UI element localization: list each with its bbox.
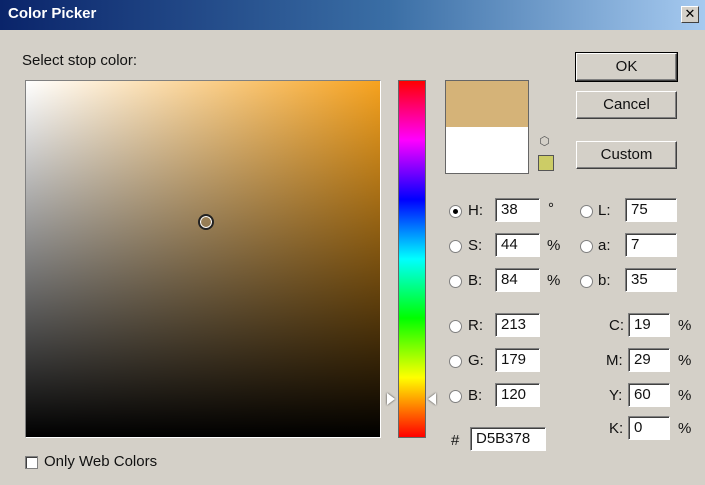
brightness-input[interactable]: 84 bbox=[495, 268, 540, 292]
radio-h[interactable] bbox=[449, 205, 462, 218]
l-label: L: bbox=[598, 202, 611, 219]
radio-lab-b[interactable] bbox=[580, 275, 593, 288]
blue-label: B: bbox=[468, 387, 483, 404]
cube-warning-icon[interactable]: ⬡ bbox=[538, 135, 551, 148]
color-field[interactable] bbox=[25, 80, 381, 438]
radio-blue[interactable] bbox=[449, 390, 462, 403]
a-label: a: bbox=[598, 237, 611, 254]
r-input[interactable]: 213 bbox=[495, 313, 540, 337]
h-label: H: bbox=[468, 202, 483, 219]
h-unit: ° bbox=[548, 200, 554, 217]
g-input[interactable]: 179 bbox=[495, 348, 540, 372]
k-unit: % bbox=[678, 420, 692, 437]
only-web-colors-label: Only Web Colors bbox=[44, 453, 158, 470]
radio-b[interactable] bbox=[449, 275, 462, 288]
close-button[interactable]: ✕ bbox=[681, 6, 699, 23]
b-unit: % bbox=[547, 272, 561, 289]
prompt-label: Select stop color: bbox=[22, 52, 138, 69]
color-field-marker[interactable] bbox=[198, 214, 214, 230]
g-label: G: bbox=[468, 352, 484, 369]
hue-slider-right-arrow[interactable] bbox=[428, 393, 436, 405]
h-input[interactable]: 38 bbox=[495, 198, 540, 222]
ok-button[interactable]: OK bbox=[575, 52, 678, 82]
radio-a[interactable] bbox=[580, 240, 593, 253]
window-title: Color Picker bbox=[8, 5, 97, 22]
y-label: Y: bbox=[609, 387, 623, 404]
m-label: M: bbox=[606, 352, 623, 369]
radio-l[interactable] bbox=[580, 205, 593, 218]
title-bar[interactable]: Color Picker ✕ bbox=[0, 0, 705, 30]
only-web-colors-checkbox[interactable] bbox=[25, 456, 38, 469]
blue-input[interactable]: 120 bbox=[495, 383, 540, 407]
radio-s[interactable] bbox=[449, 240, 462, 253]
r-label: R: bbox=[468, 317, 483, 334]
b-label: B: bbox=[468, 272, 483, 289]
c-unit: % bbox=[678, 317, 692, 334]
hex-input[interactable]: D5B378 bbox=[470, 427, 546, 451]
hex-label: # bbox=[451, 432, 460, 449]
c-label: C: bbox=[609, 317, 624, 334]
hue-slider-left-arrow[interactable] bbox=[387, 393, 395, 405]
radio-g[interactable] bbox=[449, 355, 462, 368]
m-input[interactable]: 29 bbox=[628, 348, 670, 372]
current-color-swatch[interactable] bbox=[445, 127, 529, 174]
y-unit: % bbox=[678, 387, 692, 404]
k-input[interactable]: 0 bbox=[628, 416, 670, 440]
websafe-color-chip[interactable] bbox=[538, 155, 554, 171]
hue-slider-strip[interactable] bbox=[398, 80, 426, 438]
lab-b-label: b: bbox=[598, 272, 611, 289]
custom-button[interactable]: Custom bbox=[576, 141, 677, 169]
m-unit: % bbox=[678, 352, 692, 369]
k-label: K: bbox=[609, 420, 624, 437]
new-color-swatch bbox=[445, 80, 529, 127]
radio-r[interactable] bbox=[449, 320, 462, 333]
s-input[interactable]: 44 bbox=[495, 233, 540, 257]
a-input[interactable]: 7 bbox=[625, 233, 677, 257]
y-input[interactable]: 60 bbox=[628, 383, 670, 407]
c-input[interactable]: 19 bbox=[628, 313, 670, 337]
close-icon: ✕ bbox=[684, 6, 696, 21]
lab-b-input[interactable]: 35 bbox=[625, 268, 677, 292]
cancel-button[interactable]: Cancel bbox=[576, 91, 677, 119]
s-unit: % bbox=[547, 237, 561, 254]
l-input[interactable]: 75 bbox=[625, 198, 677, 222]
s-label: S: bbox=[468, 237, 483, 254]
